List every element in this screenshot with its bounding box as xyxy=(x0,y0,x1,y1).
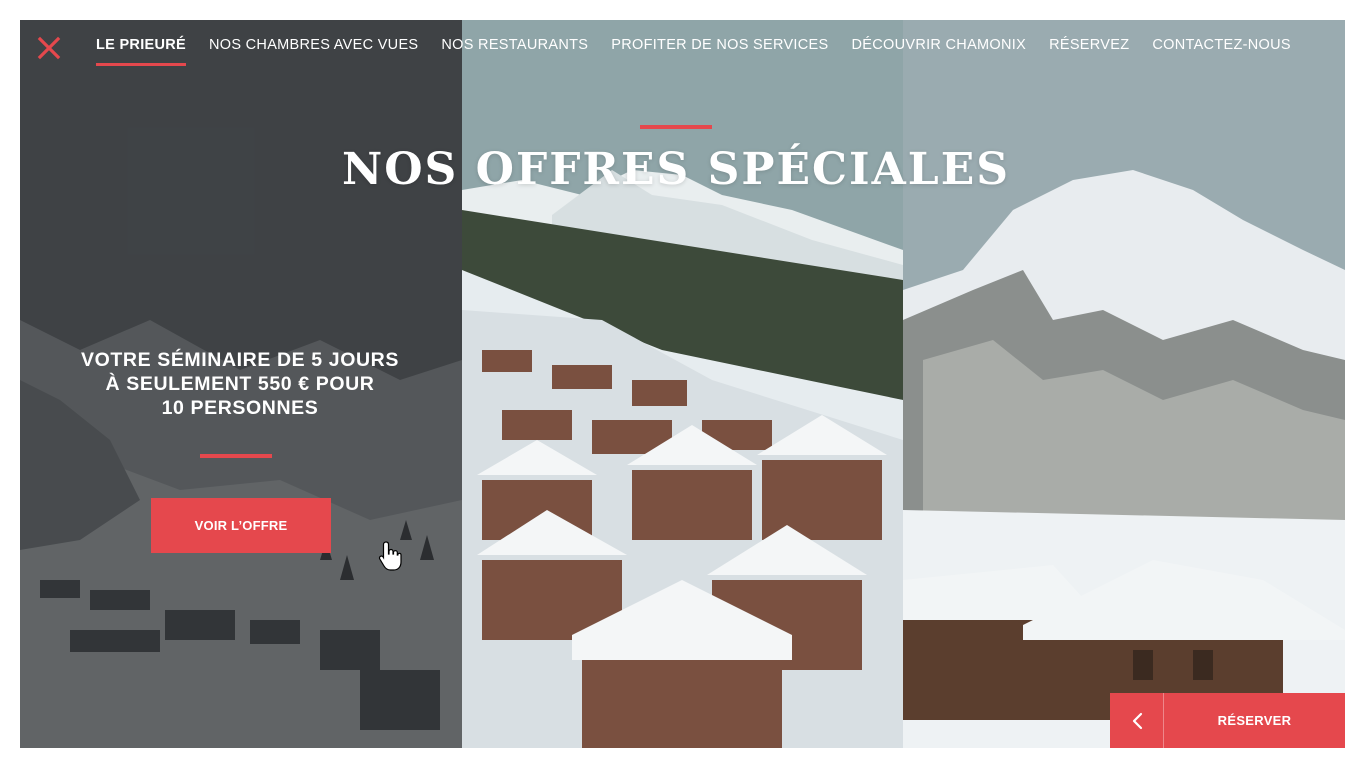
village-aerial-image xyxy=(462,20,903,748)
offer-panel-2[interactable] xyxy=(462,20,903,748)
nav-item-services[interactable]: PROFITER DE NOS SERVICES xyxy=(611,37,828,53)
offer-divider xyxy=(200,454,272,458)
hand-cursor-icon xyxy=(378,541,402,571)
nav-item-restaurants[interactable]: NOS RESTAURANTS xyxy=(441,37,588,53)
reserve-button[interactable]: RÉSERVER xyxy=(1164,693,1345,748)
nav-item-contact[interactable]: CONTACTEZ-NOUS xyxy=(1152,37,1290,53)
page-title: NOS OFFRES SPÉCIALES xyxy=(341,144,1011,195)
page-frame: LE PRIEURÉ NOS CHAMBRES AVEC VUES NOS RE… xyxy=(20,20,1345,748)
nav-item-chambres[interactable]: NOS CHAMBRES AVEC VUES xyxy=(209,37,418,53)
offer-headline: VOTRE SÉMINAIRE DE 5 JOURS À SEULEMENT 5… xyxy=(60,348,420,420)
nav-item-chamonix[interactable]: DÉCOUVRIR CHAMONIX xyxy=(851,37,1026,53)
close-icon[interactable] xyxy=(36,35,62,61)
chevron-left-icon xyxy=(1132,712,1142,729)
reserve-bar: RÉSERVER xyxy=(1110,693,1345,748)
offer-line: 10 PERSONNES xyxy=(161,397,319,419)
mountain-chalet-image xyxy=(903,20,1345,748)
title-divider xyxy=(640,125,712,129)
offer-line: VOTRE SÉMINAIRE DE 5 JOURS xyxy=(81,349,399,371)
nav-item-reservez[interactable]: RÉSERVEZ xyxy=(1049,37,1129,53)
top-navigation: LE PRIEURÉ NOS CHAMBRES AVEC VUES NOS RE… xyxy=(20,20,1345,80)
view-offer-button[interactable]: VOIR L’OFFRE xyxy=(151,498,331,553)
reserve-back-button[interactable] xyxy=(1110,693,1164,748)
nav-item-le-prieure[interactable]: LE PRIEURÉ xyxy=(96,37,187,66)
offer-line: À SEULEMENT 550 € POUR xyxy=(105,373,375,395)
offer-panel-3[interactable] xyxy=(903,20,1345,748)
nav-menu: LE PRIEURÉ NOS CHAMBRES AVEC VUES NOS RE… xyxy=(96,37,1314,66)
